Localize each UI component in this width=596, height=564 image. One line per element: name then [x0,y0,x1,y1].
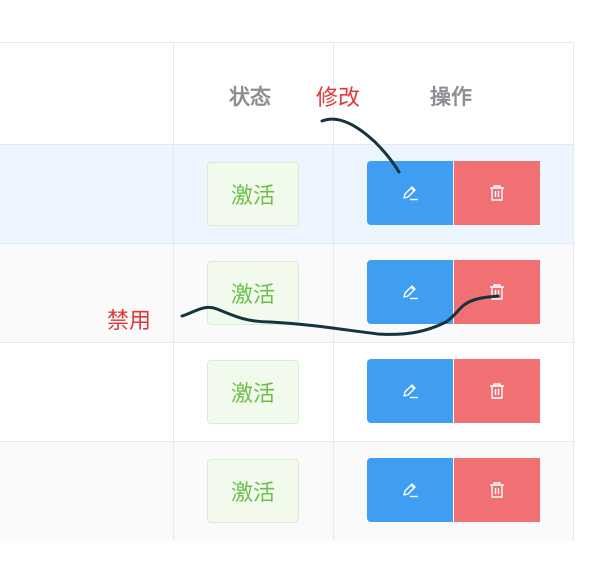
delete-button[interactable] [454,458,540,522]
row-divider [0,243,573,244]
edit-button[interactable] [367,260,453,324]
delete-button[interactable] [454,260,540,324]
pencil-icon [403,285,418,300]
column-divider [173,43,174,540]
actions-column-header: 操作 [430,85,472,109]
status-column-header: 状态 [229,85,271,109]
pencil-icon [403,186,418,201]
trash-icon [490,482,504,498]
edit-button[interactable] [367,161,453,225]
edit-button[interactable] [367,458,453,522]
status-badge: 激活 [207,459,299,523]
trash-icon [490,284,504,300]
edit-annotation: 修改 [316,86,361,111]
row-divider [0,342,573,343]
row-divider [0,441,573,442]
trash-icon [490,185,504,201]
row-divider [0,144,573,145]
status-badge: 激活 [207,261,299,325]
pencil-icon [403,384,418,399]
disable-annotation: 禁用 [107,309,152,334]
delete-button[interactable] [454,359,540,423]
status-badge: 激活 [207,162,299,226]
status-badge: 激活 [207,360,299,424]
pencil-icon [403,483,418,498]
edit-button[interactable] [367,359,453,423]
data-table: 状态 操作 激活 激活 激活 激活 [0,42,574,541]
delete-button[interactable] [454,161,540,225]
trash-icon [490,383,504,399]
column-divider [333,43,334,540]
